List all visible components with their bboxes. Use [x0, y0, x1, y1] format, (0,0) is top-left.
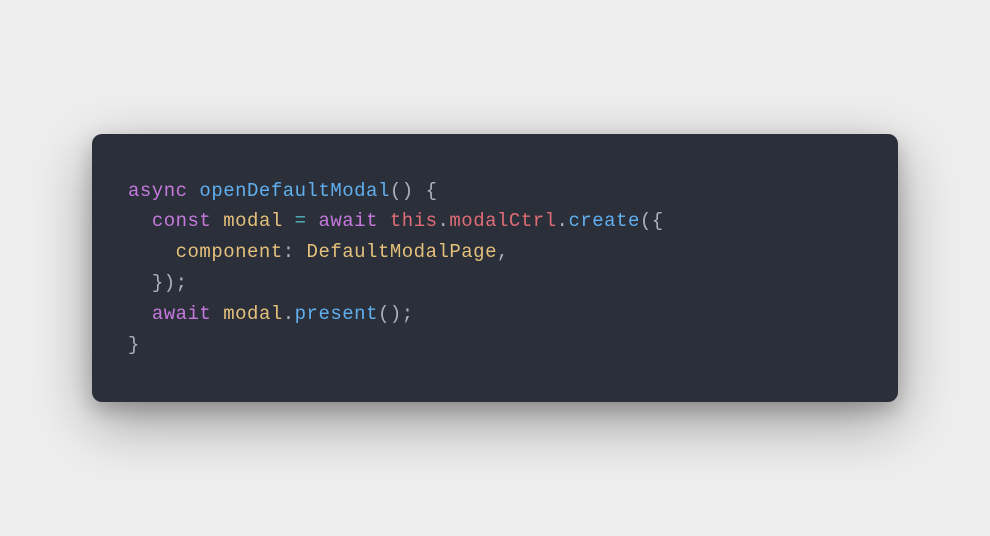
code-block: async openDefaultModal() { const modal =… — [128, 176, 862, 361]
code-token-keyword: await — [318, 210, 378, 232]
code-token-punct: : — [283, 241, 307, 263]
code-token-func: create — [568, 210, 639, 232]
code-token-keyword: const — [152, 210, 212, 232]
code-token-punct: } — [128, 334, 140, 356]
code-token-var: modal — [223, 303, 283, 325]
code-snippet-card: async openDefaultModal() { const modal =… — [92, 134, 898, 403]
code-token-keyword: async — [128, 180, 188, 202]
code-token-punct: (); — [378, 303, 414, 325]
code-token-punct: , — [497, 241, 509, 263]
code-token-punct: () { — [390, 180, 438, 202]
code-token-punct: }); — [152, 272, 188, 294]
code-token-op: = — [295, 210, 307, 232]
code-token-var: component — [176, 241, 283, 263]
code-token-punct: ({ — [640, 210, 664, 232]
code-token-this: this — [390, 210, 438, 232]
code-token-var: modal — [223, 210, 283, 232]
code-token-keyword: await — [152, 303, 212, 325]
code-token-this: modalCtrl — [449, 210, 556, 232]
code-token-punct: . — [557, 210, 569, 232]
code-token-punct: . — [283, 303, 295, 325]
code-token-func: present — [295, 303, 378, 325]
code-token-func: openDefaultModal — [199, 180, 389, 202]
code-token-punct: . — [438, 210, 450, 232]
code-token-type: DefaultModalPage — [307, 241, 497, 263]
